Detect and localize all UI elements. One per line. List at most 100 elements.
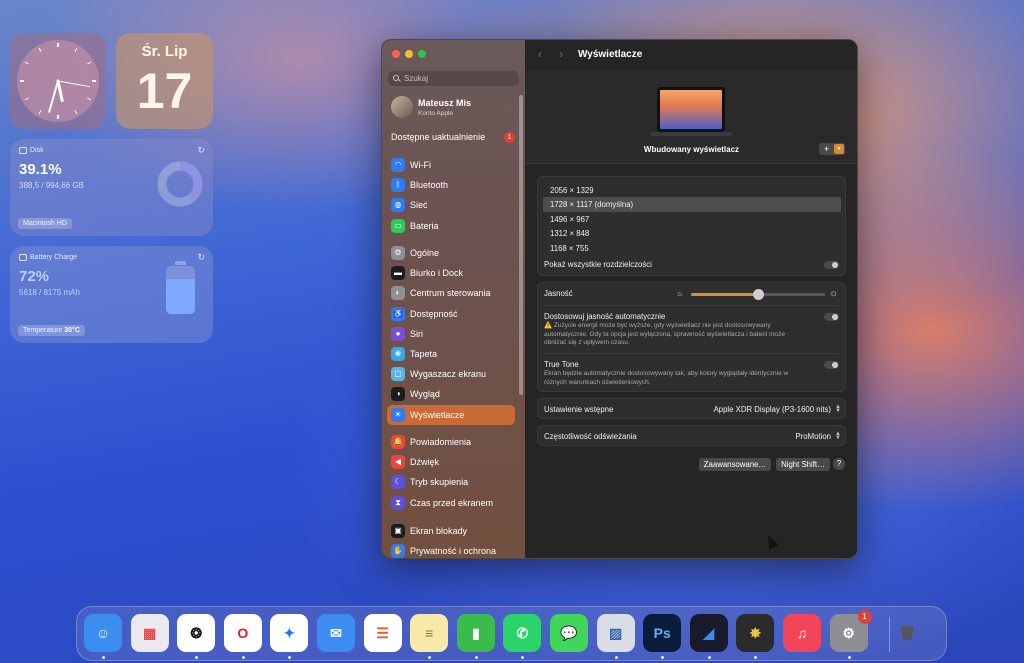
resolution-option[interactable]: 1728 × 1117 (domyślna) <box>543 197 841 212</box>
help-button[interactable]: ? <box>833 458 845 470</box>
true-tone-toggle[interactable] <box>824 361 839 369</box>
globe-icon: ◍ <box>391 198 405 213</box>
messages-icon[interactable]: 💬 <box>550 614 588 652</box>
running-indicator <box>241 656 245 659</box>
running-indicator <box>474 656 478 659</box>
clock-hour-hand <box>56 79 64 103</box>
sidebar-item-wyświetlacze[interactable]: ☀ Wyświetlacze <box>387 404 515 425</box>
numbers-icon[interactable]: ▮ <box>456 614 495 652</box>
refresh-icon: ↻ <box>197 145 205 155</box>
sidebar-scrollbar[interactable] <box>519 95 523 395</box>
wifi-icon: ◠ <box>391 158 405 172</box>
brightness-slider[interactable] <box>691 289 825 300</box>
sidebar-item-tryb-skupienia[interactable]: ☾ Tryb skupienia <box>387 472 515 492</box>
whatsapp-icon[interactable]: ✆ <box>503 614 542 652</box>
resolution-option[interactable]: 1496 × 967 <box>543 212 841 226</box>
resolution-option[interactable]: 1168 × 755 <box>543 241 841 255</box>
search-input[interactable]: Szukaj <box>388 71 519 86</box>
sidebar-item-wygląd[interactable]: ◑ Wygląd <box>387 384 515 404</box>
voice-app-icon[interactable]: ◢ <box>689 614 728 652</box>
sidebar-item-siri[interactable]: ● Siri <box>387 324 515 344</box>
sidebar-item-powiadomienia[interactable]: 🔔 Powiadomienia <box>387 432 515 452</box>
gear-icon: ⚙ <box>391 246 405 260</box>
notes-icon[interactable]: ≡ <box>410 614 449 652</box>
speaker-icon: ◀ <box>391 455 405 470</box>
photoshop-icon[interactable]: Ps <box>643 614 682 652</box>
running-indicator <box>288 656 292 659</box>
sidebar-item-label: Biurko i Dock <box>410 268 464 279</box>
close-button[interactable] <box>392 50 400 58</box>
night-shift-button[interactable]: Night Shift… <box>776 458 830 471</box>
launchpad-icon[interactable]: ▦ <box>130 614 169 652</box>
preset-value: Apple XDR Display (P3-1600 nits) <box>713 405 831 414</box>
clock-tick <box>24 61 29 65</box>
back-button[interactable]: ‹ <box>538 47 542 61</box>
sidebar: Szukaj Mateusz Mis Konto Apple Dostępne … <box>382 40 525 558</box>
page-title: Wyświetlacze <box>578 49 643 60</box>
battery-fill <box>166 279 195 314</box>
window-controls <box>392 50 426 58</box>
sidebar-item-tapeta[interactable]: ❀ Tapeta <box>387 344 515 364</box>
resolution-option[interactable]: 1312 × 848 <box>543 226 841 240</box>
battery-widget[interactable]: Battery Charge ↻ 72% 5618 / 8175 mAh Tem… <box>10 246 213 343</box>
running-indicator <box>102 656 105 659</box>
add-display-button[interactable]: + ▾ <box>819 143 845 155</box>
sidebar-item-centrum-sterowania[interactable]: ◐ Centrum sterowania <box>387 283 515 303</box>
minimize-button[interactable] <box>405 50 413 58</box>
safari-icon[interactable]: ✦ <box>270 614 309 652</box>
macbook-display-icon[interactable] <box>657 87 725 132</box>
forward-button[interactable]: › <box>559 47 563 61</box>
system-settings-window[interactable]: Szukaj Mateusz Mis Konto Apple Dostępne … <box>381 39 858 559</box>
chevron-down-icon: ▾ <box>834 144 844 154</box>
disk-usage: 388,5 / 994,66 GB <box>19 181 84 190</box>
sidebar-item-dostępność[interactable]: ♿ Dostępność <box>387 304 515 324</box>
temperature-value: 30°C <box>64 327 80 334</box>
final-cut-icon[interactable]: ✸ <box>736 614 775 652</box>
preset-row[interactable]: Ustawienie wstępne Apple XDR Display (P3… <box>537 398 846 419</box>
disk-widget[interactable]: Disk ↻ 39.1% 388,5 / 994,66 GB Macintosh… <box>10 139 213 236</box>
sidebar-group-network: ◠ Wi-Fi ᛒ Bluetooth ◍ Sieć ▭ Bateria <box>387 155 515 236</box>
resolution-option[interactable]: 2056 × 1329 <box>543 183 841 197</box>
show-all-resolutions-toggle[interactable] <box>824 261 839 269</box>
sidebar-item-sieć[interactable]: ◍ Sieć <box>387 195 515 215</box>
sidebar-item-label: Wi-Fi <box>410 160 431 171</box>
reminders-icon[interactable]: ☰ <box>363 614 402 652</box>
auto-brightness-toggle[interactable] <box>824 313 839 321</box>
opera-icon[interactable]: O <box>223 614 262 652</box>
refresh-icon: ↻ <box>197 252 205 262</box>
sidebar-item-dźwięk[interactable]: ◀ Dźwięk <box>387 452 515 472</box>
disk-donut-chart <box>157 161 203 207</box>
music-icon[interactable]: ♫ <box>783 614 821 652</box>
sidebar-item-wygaszacz-ekranu[interactable]: ▢ Wygaszacz ekranu <box>387 364 515 384</box>
sidebar-item-bluetooth[interactable]: ᛒ Bluetooth <box>387 175 515 195</box>
sidebar-item-czas-przed-ekranem[interactable]: ⧗ Czas przed ekranem <box>387 493 515 513</box>
sidebar-item-wi-fi[interactable]: ◠ Wi-Fi <box>387 155 515 175</box>
sidebar-item-prywatność-i-ochrona[interactable]: ✋ Prywatność i ochrona <box>387 541 515 558</box>
calendar-widget[interactable]: Śr. Lip 17 <box>116 33 213 129</box>
brightness-slider-knob[interactable] <box>753 289 764 300</box>
sidebar-item-ogólne[interactable]: ⚙ Ogólne <box>387 243 515 263</box>
dock: ☺ ▦ ❂ O ✦ ✉ ☰ ≡ ▮ ✆ 💬 ▨ Ps ◢ ✸ ♫ ⚙ 1 🗑 <box>76 606 947 661</box>
software-update-item[interactable]: Dostępne uaktualnienie 1 <box>391 132 517 146</box>
zoom-button[interactable] <box>418 50 426 58</box>
notification-badge: 1 <box>857 610 872 624</box>
chatgpt-icon[interactable]: ❂ <box>177 614 216 652</box>
trash-icon[interactable]: 🗑 <box>888 614 926 652</box>
finder-icon[interactable]: ☺ <box>84 614 122 652</box>
apple-account[interactable]: Mateusz Mis Konto Apple <box>391 96 521 122</box>
running-indicator <box>195 656 199 659</box>
refresh-rate-row[interactable]: Częstotliwość odświeżania ProMotion ▲ ▼ <box>537 425 846 446</box>
preset-label: Ustawienie wstępne <box>544 405 614 414</box>
sidebar-item-bateria[interactable]: ▭ Bateria <box>387 216 515 236</box>
advanced-button[interactable]: Zaawansowane… <box>699 458 771 471</box>
sidebar-item-label: Sieć <box>410 200 428 211</box>
disk-label: Disk <box>30 147 44 154</box>
display-name: Wbudowany wyświetlacz <box>643 145 740 154</box>
refresh-rate-label: Częstotliwość odświeżania <box>544 432 637 441</box>
preview-icon[interactable]: ▨ <box>596 614 635 652</box>
sidebar-item-biurko-i-dock[interactable]: ▬ Biurko i Dock <box>387 263 515 283</box>
sidebar-item-ekran-blokady[interactable]: ▣ Ekran blokady <box>387 521 515 541</box>
mail-icon[interactable]: ✉ <box>317 614 355 652</box>
clock-widget[interactable] <box>10 33 106 129</box>
true-tone-description: Ekran będzie automatycznie dostosowywany… <box>544 370 789 386</box>
